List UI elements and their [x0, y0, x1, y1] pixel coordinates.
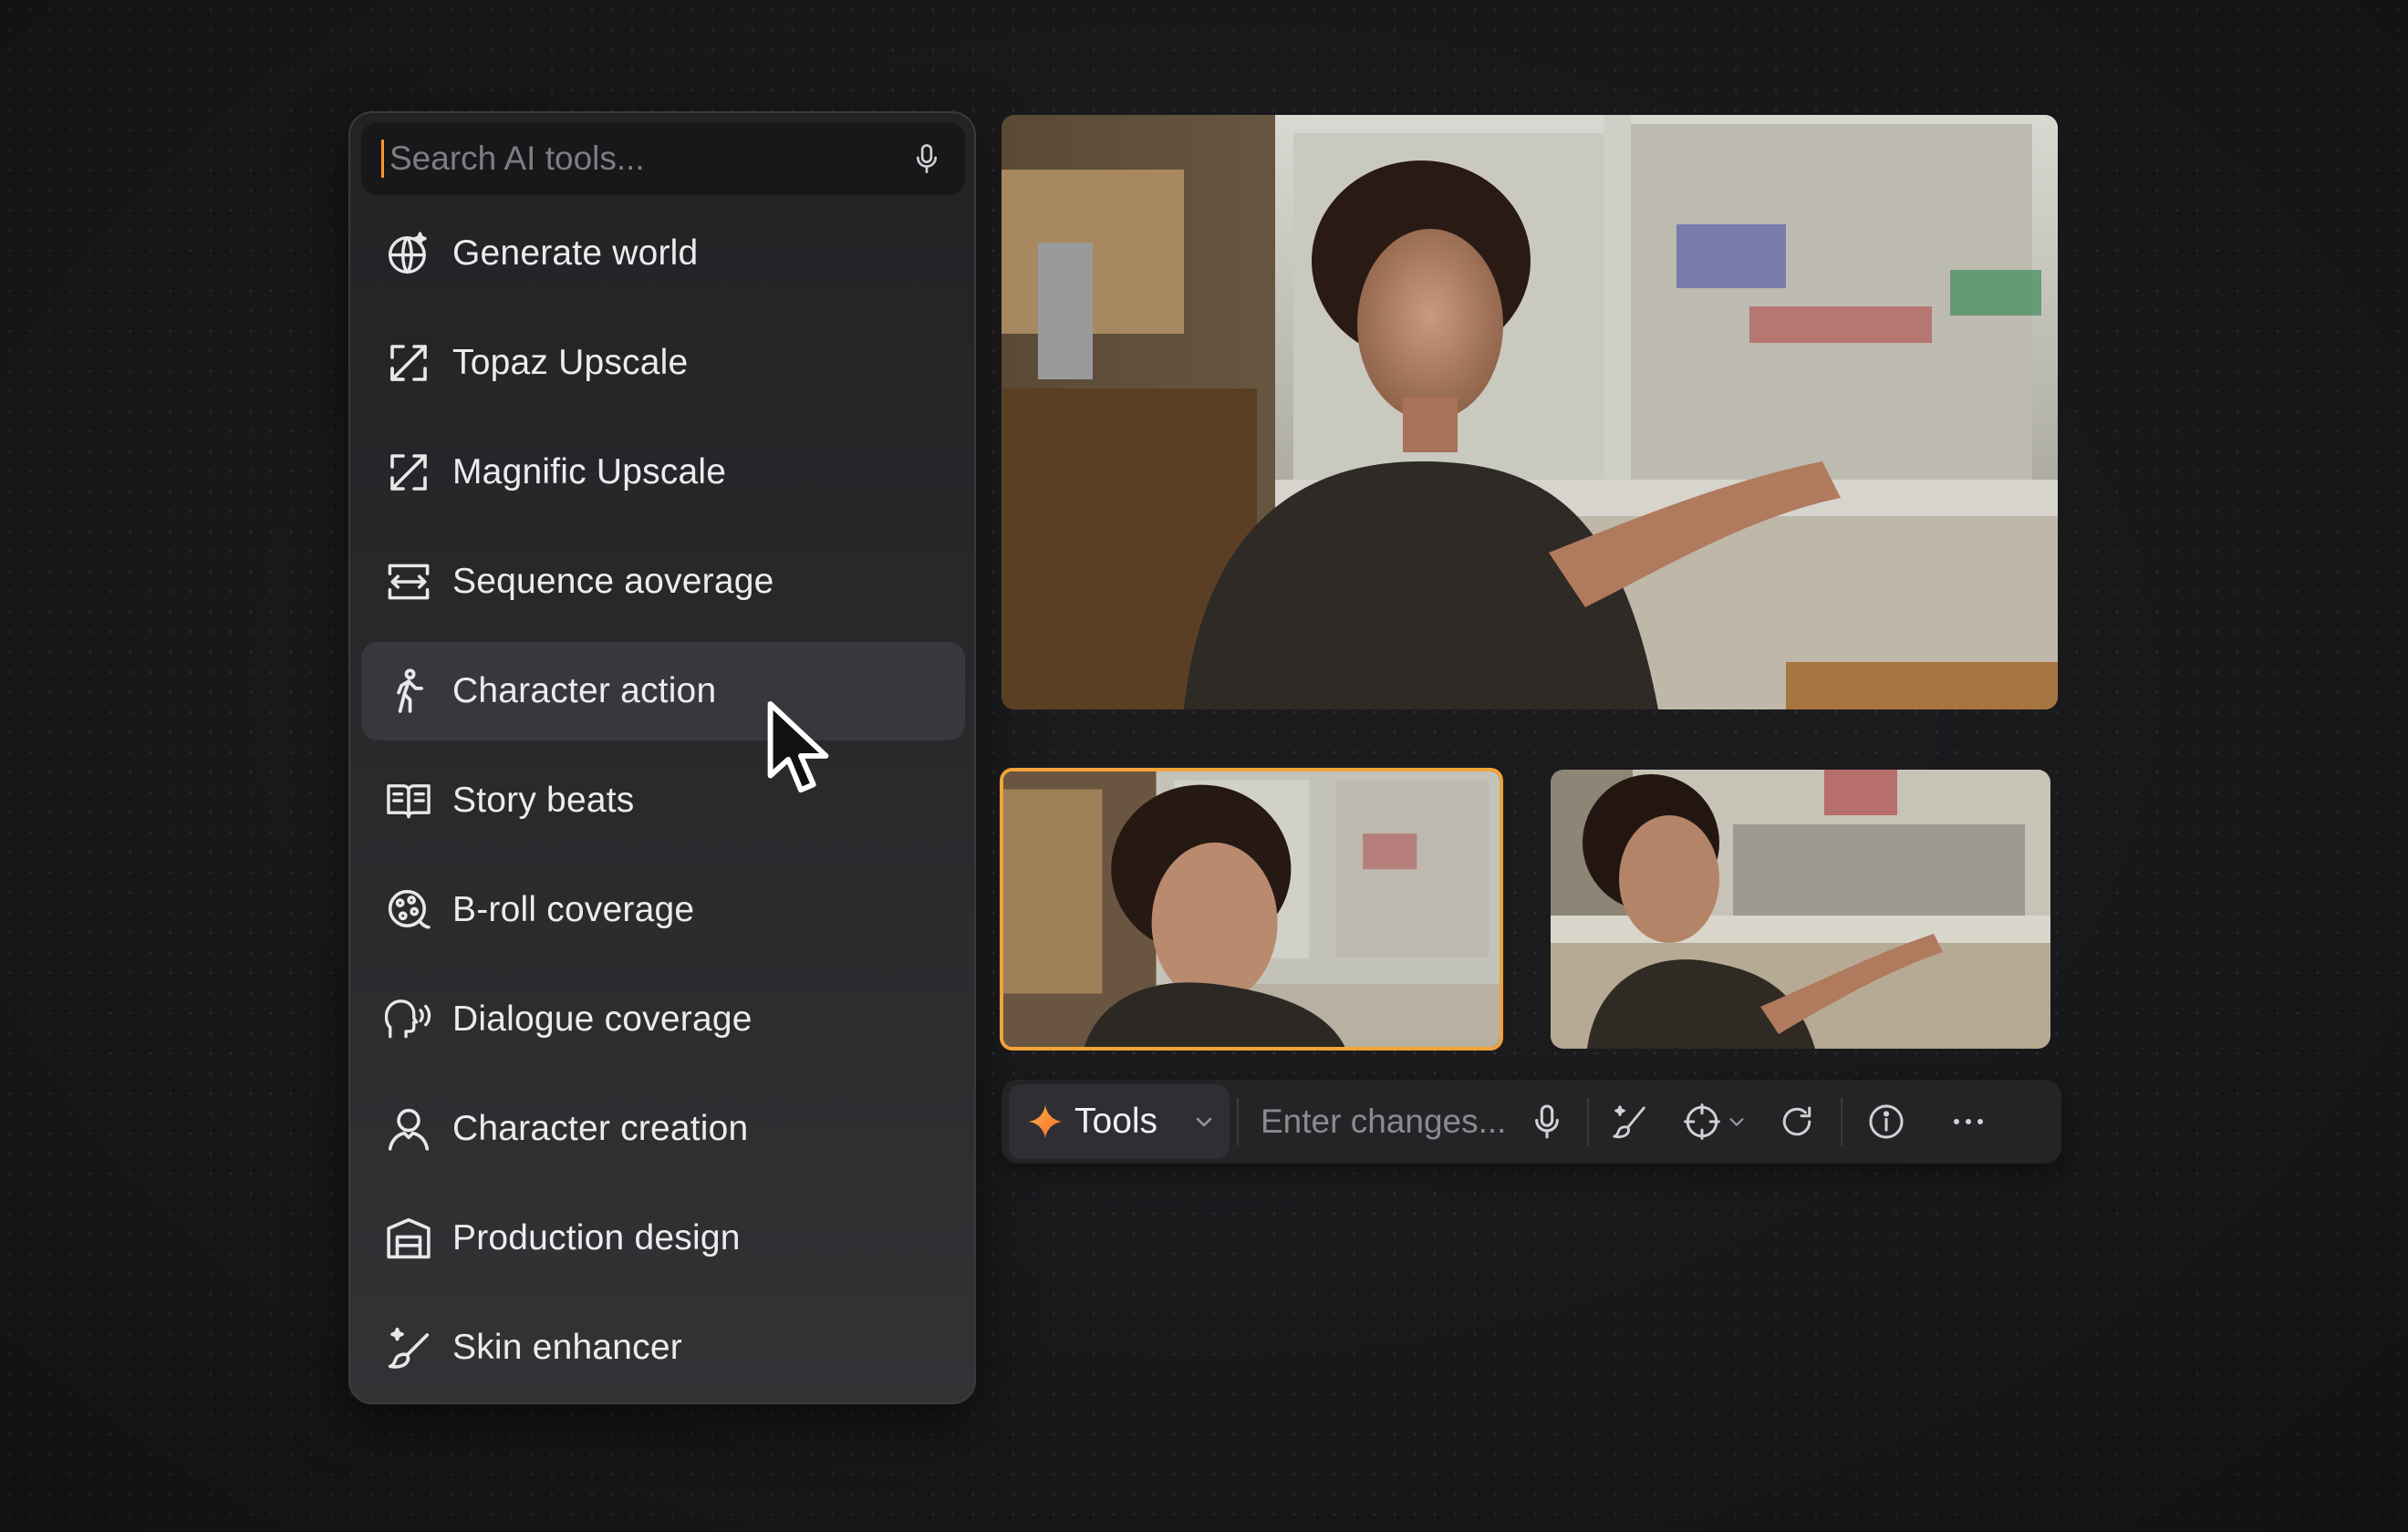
tool-label: Character creation [452, 1109, 749, 1148]
search-input[interactable] [388, 139, 910, 179]
tools-dropdown[interactable]: Tools [1009, 1084, 1230, 1159]
changes-input[interactable] [1259, 1102, 1527, 1142]
tool-item-character-creation[interactable]: Character creation [361, 1080, 965, 1178]
search-box[interactable] [361, 122, 965, 195]
ai-tools-panel: Generate world Topaz Upscale [348, 111, 976, 1404]
more-icon[interactable] [1948, 1094, 1988, 1149]
speaking-head-icon [385, 996, 432, 1043]
thumbnail-photo-2 [1551, 770, 2050, 1049]
tool-item-skin-enhancer[interactable]: Skin enhancer [361, 1299, 965, 1397]
open-book-icon [385, 777, 432, 824]
set-frame-icon [385, 1215, 432, 1262]
refresh-icon[interactable] [1777, 1094, 1817, 1149]
mic-icon[interactable] [1529, 1094, 1565, 1149]
tool-label: Production design [452, 1218, 741, 1258]
tool-label: B-roll coverage [452, 890, 695, 929]
tool-item-topaz-upscale[interactable]: Topaz Upscale [361, 314, 965, 412]
film-reel-icon [385, 886, 432, 934]
edit-toolbar: Tools [1002, 1080, 2061, 1164]
tool-item-sequence-coverage[interactable]: Sequence aoverage [361, 533, 965, 631]
tool-item-magnific-upscale[interactable]: Magnific Upscale [361, 423, 965, 522]
brush-sparkle-icon[interactable] [1609, 1094, 1649, 1149]
thumbnail-selected[interactable] [1000, 768, 1503, 1051]
main-image[interactable] [1002, 115, 2058, 709]
target-icon[interactable] [1682, 1094, 1722, 1149]
walking-figure-icon [385, 668, 432, 715]
sequence-frame-icon [385, 558, 432, 606]
toolbar-divider [1841, 1098, 1842, 1145]
sparkle-icon [1027, 1103, 1064, 1140]
tool-label: Dialogue coverage [452, 999, 752, 1039]
globe-sparkle-icon [385, 230, 432, 277]
thumbnail-photo-1 [1003, 771, 1500, 1047]
tool-label: Generate world [452, 233, 699, 273]
woman-by-window-photo [1002, 115, 2058, 709]
tool-label: Skin enhancer [452, 1328, 682, 1367]
tool-item-story-beats[interactable]: Story beats [361, 751, 965, 850]
tool-label: Magnific Upscale [452, 452, 727, 492]
tool-label: Story beats [452, 781, 635, 820]
expand-arrows-icon [385, 449, 432, 496]
tool-label: Character action [452, 671, 717, 710]
info-icon[interactable] [1866, 1094, 1906, 1149]
mic-icon[interactable] [910, 142, 943, 175]
tool-list: Generate world Topaz Upscale Magnific Up… [361, 204, 965, 1408]
tool-item-dialogue-coverage[interactable]: Dialogue coverage [361, 970, 965, 1069]
chevron-down-icon [1193, 1111, 1215, 1133]
brush-sparkle-icon [385, 1324, 432, 1372]
chevron-down-icon[interactable] [1726, 1094, 1748, 1149]
tool-item-character-action[interactable]: Character action [361, 642, 965, 740]
tool-item-generate-world[interactable]: Generate world [361, 204, 965, 303]
tool-item-b-roll-coverage[interactable]: B-roll coverage [361, 861, 965, 959]
tool-label: Sequence aoverage [452, 562, 774, 601]
toolbar-divider [1237, 1098, 1239, 1145]
text-caret [381, 140, 384, 178]
thumbnail[interactable] [1551, 770, 2050, 1049]
tools-dropdown-label: Tools [1074, 1102, 1158, 1141]
expand-arrows-icon [385, 339, 432, 387]
person-outline-icon [385, 1105, 432, 1153]
tool-item-production-design[interactable]: Production design [361, 1189, 965, 1288]
tool-label: Topaz Upscale [452, 343, 689, 382]
toolbar-divider [1587, 1098, 1589, 1145]
mouse-cursor-icon [764, 700, 837, 801]
